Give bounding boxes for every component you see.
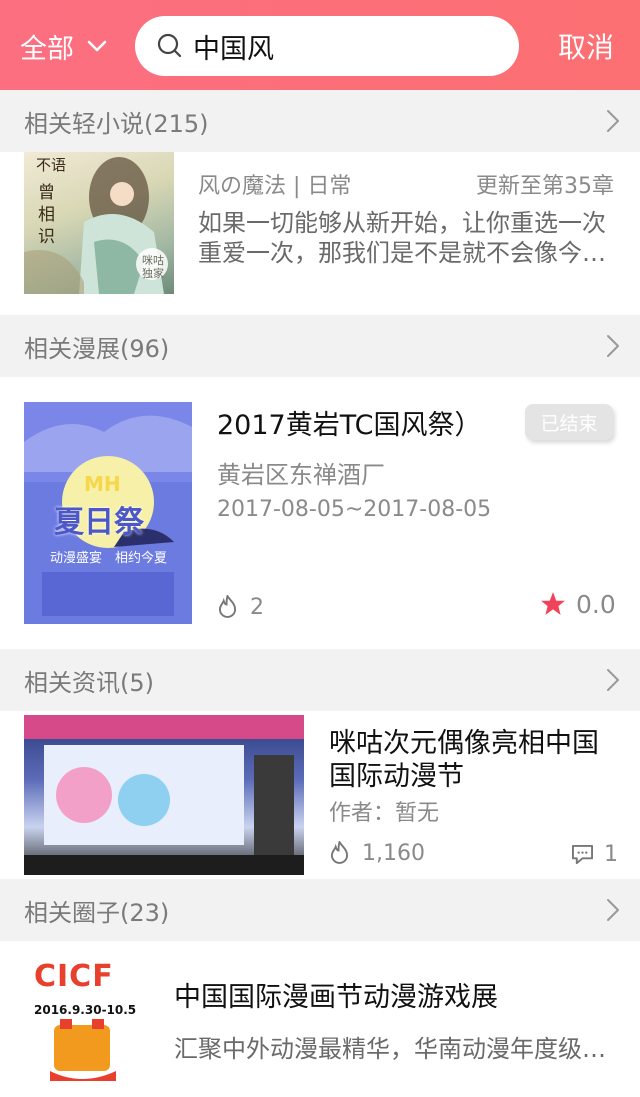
novel-update-status: 更新至第35章 [476,174,614,199]
poster-title-text: 夏日祭 [54,505,144,540]
section-header-novels[interactable]: 相关轻小说(215) [0,90,640,152]
cancel-button[interactable]: 取消 [558,26,614,66]
circle-logo-mascot [50,1019,116,1081]
novel-meta: 风の魔法 | 日常 [198,174,352,199]
circle-title: 中国国际漫画节动漫游戏展 [174,982,498,1013]
chevron-down-icon [87,40,107,52]
circle-description: 汇聚中外动漫最精华，华南动漫年度级盛会 [174,1035,614,1063]
exhibition-poster: MH 夏日祭 动漫盛宴 相约今夏 [24,402,192,624]
circle-logo: CICF 2016.9.30-10.5 [24,959,144,1081]
section-title: 相关漫展(96) [24,334,170,363]
poster-mh-text: MH [84,472,121,496]
exhibition-rating: 0.0 [576,590,616,619]
circle-item[interactable]: CICF 2016.9.30-10.5 中国国际漫画节动漫游戏展 汇聚中外动漫最… [0,941,640,1097]
news-item[interactable]: 咪咕次元偶像亮相中国国际动漫节 作者：暂无 1,160 1 [0,711,640,879]
news-image [24,715,304,875]
search-box[interactable] [135,16,519,76]
status-badge: 已结束 [525,404,613,440]
fire-icon [330,841,349,864]
top-bar: 全部 取消 [0,0,640,90]
exhibition-heat-count: 2 [250,595,264,620]
star-icon [541,592,565,615]
section-title: 相关资讯(5) [24,668,154,697]
section-header-news[interactable]: 相关资讯(5) [0,649,640,711]
chevron-right-icon [607,335,619,357]
chevron-right-icon [607,899,619,921]
chevron-right-icon [607,110,619,132]
novel-cover-badge: 咪咕独家 [142,254,164,280]
fire-icon [218,595,237,618]
news-comment-count: 1 [604,842,618,867]
section-header-circles[interactable]: 相关圈子(23) [0,879,640,941]
novel-item[interactable]: 不语 曾相识 咪咕独家 风の魔法 | 日常 更新至第35章 如果一切能够从新开始… [0,152,640,314]
exhibition-dates: 2017-08-05~2017-08-05 [217,497,492,522]
section-title: 相关圈子(23) [24,898,170,927]
section-title: 相关轻小说(215) [24,109,209,138]
news-author: 作者：暂无 [329,801,440,826]
chevron-right-icon [607,669,619,691]
news-view-count: 1,160 [362,841,425,866]
news-photo [24,715,304,875]
scope-dropdown[interactable]: 全部 [20,26,108,66]
exhibition-title: 2017黄岩TC国风祭） [217,410,482,441]
novel-description: 如果一切能够从新开始，让你重选一次重爱一次，那我们是不是就不会像今天这样 [198,209,606,267]
novel-cover-text-2: 曾相识 [38,183,55,247]
poster-slogan: 动漫盛宴 相约今夏 [50,551,168,566]
section-header-exhibitions[interactable]: 相关漫展(96) [0,315,640,377]
news-title: 咪咕次元偶像亮相中国国际动漫节 [329,728,599,792]
scope-label: 全部 [20,33,74,65]
comment-icon [571,844,593,865]
novel-cover-text: 不语 [36,156,67,174]
novel-cover: 不语 曾相识 咪咕独家 [24,152,174,294]
search-input[interactable] [191,29,495,63]
exhibition-location: 黄岩区东禅酒厂 [217,461,385,489]
search-icon [157,33,182,58]
